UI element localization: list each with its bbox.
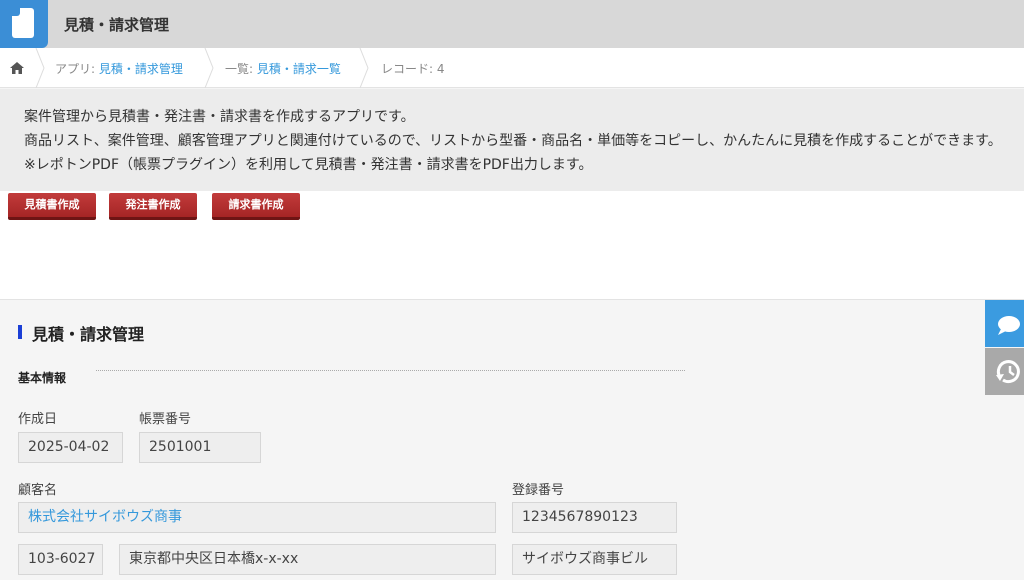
app-header: 見積・請求管理: [0, 0, 1024, 48]
create-invoice-button[interactable]: 請求書作成: [212, 193, 300, 220]
home-icon[interactable]: [9, 60, 25, 76]
form-title: 見積・請求管理: [32, 325, 145, 344]
customer-name-field[interactable]: 株式会社サイボウズ商事: [18, 502, 496, 533]
section-label-basic: 基本情報: [18, 371, 67, 385]
create-order-button[interactable]: 発注書作成: [109, 193, 197, 220]
app-document-icon[interactable]: [0, 0, 48, 48]
customer-name-label: 顧客名: [18, 483, 58, 498]
breadcrumb-record: レコード: 4: [381, 62, 445, 76]
custom-button-area: 見積書作成 発注書作成 請求書作成: [0, 191, 1024, 300]
breadcrumb-list: 一覧: 見積・請求一覧: [225, 62, 341, 76]
building-field[interactable]: サイボウズ商事ビル: [512, 544, 677, 575]
description-line: 案件管理から見積書・発注書・請求書を作成するアプリです。: [24, 109, 415, 125]
address-field[interactable]: 東京都中央区日本橋x-x-xx: [119, 544, 496, 575]
postal-code-field[interactable]: 103-6027: [18, 544, 103, 575]
breadcrumb: アプリ: 見積・請求管理 一覧: 見積・請求一覧 レコード: 4: [0, 48, 1024, 88]
registration-number-field[interactable]: 1234567890123: [512, 502, 677, 533]
description-line: 商品リスト、案件管理、顧客管理アプリと関連付けているので、リストから型番・商品名…: [24, 133, 1002, 149]
breadcrumb-separator: [35, 48, 45, 88]
registration-number-label: 登録番号: [512, 483, 565, 498]
comment-tab[interactable]: [985, 300, 1024, 347]
app-title: 見積・請求管理: [64, 16, 170, 34]
breadcrumb-list-link[interactable]: 見積・請求一覧: [257, 62, 341, 76]
comment-icon: [998, 316, 1020, 335]
description-line: ※レポトンPDF（帳票プラグイン）を利用して見積書・発注書・請求書をPDF出力し…: [24, 157, 593, 173]
breadcrumb-separator: [204, 48, 214, 88]
created-date-label: 作成日: [18, 412, 58, 427]
section-divider: [96, 370, 685, 371]
created-date-field[interactable]: 2025-04-02: [18, 432, 123, 463]
create-estimate-button[interactable]: 見積書作成: [8, 193, 96, 220]
form-title-marker: [18, 325, 22, 339]
history-tab[interactable]: [985, 348, 1024, 395]
history-icon: [996, 360, 1020, 384]
doc-number-label: 帳票番号: [139, 412, 192, 427]
breadcrumb-separator: [359, 48, 369, 88]
doc-number-field[interactable]: 2501001: [139, 432, 261, 463]
breadcrumb-app-link[interactable]: 見積・請求管理: [99, 62, 183, 76]
app-description: 案件管理から見積書・発注書・請求書を作成するアプリです。 商品リスト、案件管理、…: [0, 89, 1024, 191]
breadcrumb-app: アプリ: 見積・請求管理: [55, 62, 183, 76]
